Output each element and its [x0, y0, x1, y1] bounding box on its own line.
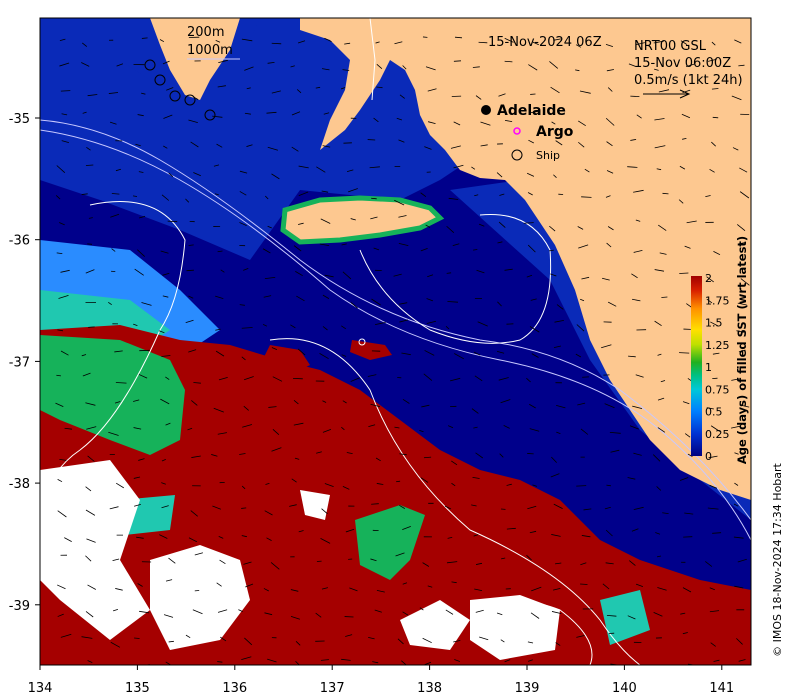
- current-vector: [580, 583, 588, 585]
- colorbar-tick-label: 1: [705, 361, 712, 374]
- colorbar-tick-label: 1.5: [705, 317, 723, 330]
- current-vector: [241, 507, 247, 509]
- x-tick-label: 135: [125, 681, 150, 696]
- argo-label: Argo: [536, 124, 574, 140]
- map-canvas: 200m 1000m 15-Nov-2024 06Z NRT00 GSL 15-…: [9, 17, 784, 696]
- current-vector: [111, 668, 116, 669]
- x-tick-label: 140: [612, 681, 637, 696]
- credit-text: © IMOS 18-Nov-2024 17:34 Hobart: [771, 462, 784, 656]
- x-tick-label: 141: [709, 681, 734, 696]
- colorbar: [691, 276, 702, 456]
- plot-area: [40, 18, 751, 674]
- y-tick-label: -38: [9, 477, 30, 492]
- x-tick-label: 136: [222, 681, 247, 696]
- colorbar-tick-label: 0.75: [705, 383, 730, 396]
- current-vector: [371, 503, 379, 505]
- x-tick-label: 138: [417, 681, 442, 696]
- current-vector: [60, 668, 67, 670]
- x-tick-label: 139: [515, 681, 540, 696]
- current-vector: [478, 41, 488, 44]
- current-vector: [479, 667, 487, 672]
- colorbar-tick-label: 2: [705, 272, 712, 285]
- y-tick-label: -35: [9, 112, 30, 127]
- colorbar-tick-label: 1.25: [705, 339, 730, 352]
- current-vector: [167, 220, 178, 223]
- colorbar-title: Age (days) of filled SST (wrt latest): [735, 236, 749, 464]
- colorbar-tick-label: 0: [705, 450, 712, 463]
- y-tick-label: -39: [9, 599, 30, 614]
- current-vector: [85, 164, 94, 166]
- x-axis: 134 135 136 137 138 139 140 141: [28, 665, 734, 696]
- current-vector: [679, 272, 689, 274]
- adelaide-marker: [481, 105, 491, 115]
- colorbar-tick-label: 1.75: [705, 294, 730, 307]
- current-vector: [396, 480, 401, 483]
- x-tick-label: 137: [320, 681, 345, 696]
- current-vector: [661, 296, 668, 298]
- y-tick-label: -37: [9, 355, 30, 370]
- current-vector: [634, 666, 639, 669]
- ship-label: Ship: [536, 149, 560, 162]
- x-tick-label: 134: [28, 681, 53, 696]
- current-vector: [141, 37, 148, 39]
- sst-map-figure: 200m 1000m 15-Nov-2024 06Z NRT00 GSL 15-…: [0, 0, 792, 700]
- current-vector: [577, 666, 582, 668]
- current-vector: [576, 485, 587, 487]
- current-vector: [271, 42, 282, 45]
- velocity-legend-line1: NRT00 GSL: [634, 39, 707, 54]
- colorbar-tick-label: 0.25: [705, 428, 730, 441]
- velocity-legend-line2: 15-Nov 06:00Z: [634, 56, 731, 71]
- current-vector: [660, 669, 667, 674]
- current-vector: [60, 90, 71, 92]
- colorbar-tick-label: 0.5: [705, 406, 723, 419]
- map-title: 15-Nov-2024 06Z: [488, 35, 602, 50]
- velocity-legend-line3: 0.5m/s (1kt 24h): [634, 73, 743, 88]
- y-axis: -35 -36 -37 -38 -39: [9, 112, 40, 614]
- adelaide-label: Adelaide: [497, 103, 566, 119]
- current-vector: [551, 667, 559, 669]
- current-vector: [134, 637, 140, 639]
- y-tick-label: -36: [9, 234, 30, 249]
- current-vector: [446, 272, 452, 274]
- current-vector: [186, 667, 194, 672]
- depth-label-1000m: 1000m: [187, 43, 233, 58]
- current-vector: [371, 197, 377, 200]
- depth-label-200m: 200m: [187, 25, 224, 40]
